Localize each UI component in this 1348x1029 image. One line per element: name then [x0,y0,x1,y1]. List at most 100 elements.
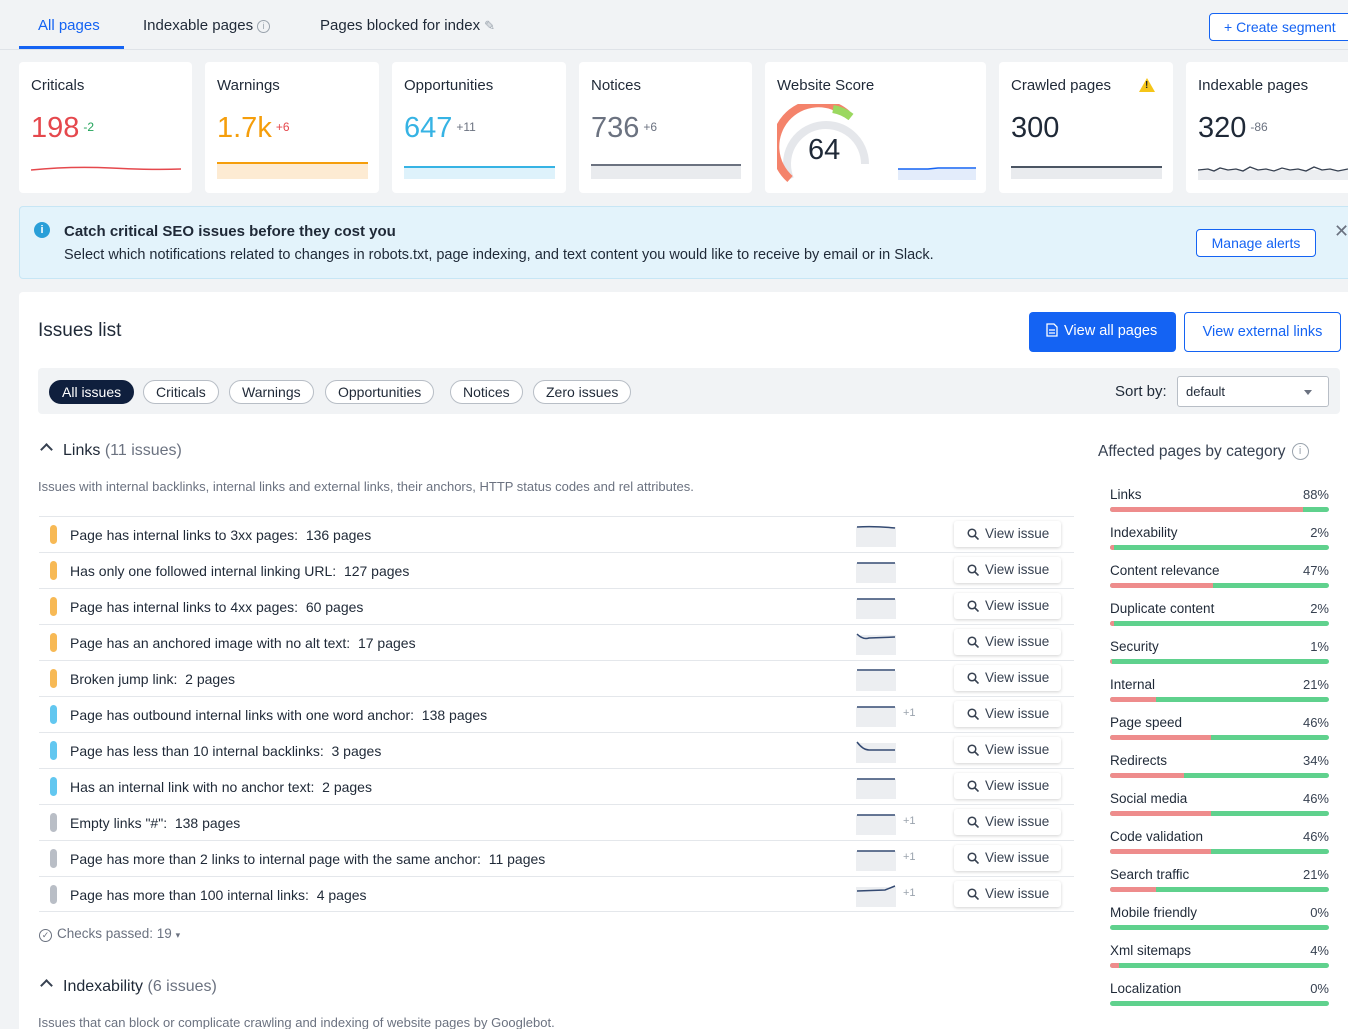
category-name: Localization [1110,981,1182,996]
card-criticals[interactable]: Criticals 198 -2 [19,62,192,193]
issue-sparkline [856,850,896,871]
filter-zero-issues[interactable]: Zero issues [533,380,632,404]
filter-criticals[interactable]: Criticals [143,380,219,404]
tab-blocked-label: Pages blocked for index [320,17,481,34]
category-item[interactable]: Links 88% [1110,487,1329,519]
category-bar [1110,773,1329,778]
view-issue-button[interactable]: View issue [954,881,1061,907]
value-delta: +6 [643,120,658,134]
severity-indicator [50,777,57,796]
view-issue-button[interactable]: View issue [954,845,1061,871]
view-issue-button[interactable]: View issue [954,737,1061,763]
document-icon [1046,323,1058,337]
category-item[interactable]: Content relevance 47% [1110,563,1329,595]
filter-warnings[interactable]: Warnings [229,380,314,404]
value-delta: +6 [275,120,290,134]
manage-alerts-button[interactable]: Manage alerts [1196,229,1316,257]
group-name: Links [63,442,101,459]
card-value: 1.7k +6 [217,112,290,145]
card-website-score[interactable]: Website Score 64 [765,62,986,193]
category-bar [1110,697,1329,702]
issue-sparkline [856,741,896,763]
issue-label: Broken jump link: [70,671,178,687]
card-notices[interactable]: Notices 736 +6 [579,62,752,193]
view-issue-button[interactable]: View issue [954,521,1061,547]
card-warnings[interactable]: Warnings 1.7k +6 [205,62,379,193]
category-item[interactable]: Indexability 2% [1110,525,1329,557]
tab-indexable-pages[interactable]: Indexable pages i [143,17,271,34]
filter-opportunities[interactable]: Opportunities [325,380,435,404]
checks-passed[interactable]: ✓ Checks passed: 19 ▾ [39,926,180,942]
category-item[interactable]: Localization 0% [1110,981,1329,1013]
category-item[interactable]: Security 1% [1110,639,1329,671]
category-item[interactable]: Xml sitemaps 4% [1110,943,1329,975]
view-issue-label: View issue [985,886,1050,901]
view-issue-button[interactable]: View issue [954,557,1061,583]
warning-icon[interactable]: ! [1139,78,1155,92]
close-icon[interactable]: ✕ [1334,221,1348,242]
check-circle-icon: ✓ [39,929,52,942]
view-issue-label: View issue [985,562,1050,577]
search-icon [967,852,980,865]
pencil-icon[interactable]: ✎ [484,18,495,34]
view-issue-label: View issue [985,526,1050,541]
card-opportunities[interactable]: Opportunities 647 +11 [392,62,566,193]
category-name: Search traffic [1110,867,1190,882]
category-item[interactable]: Social media 46% [1110,791,1329,823]
card-indexable-pages[interactable]: Indexable pages 320 -86 [1186,62,1348,193]
links-group-header[interactable]: Links (11 issues) [40,442,182,460]
table-row: Has only one followed internal linking U… [39,552,1074,588]
issue-text: Empty links "#": 138 pages [70,815,240,831]
tab-all-pages[interactable]: All pages [38,17,100,34]
severity-indicator [50,849,57,868]
category-item[interactable]: Code validation 46% [1110,829,1329,861]
filter-all-issues[interactable]: All issues [49,380,135,404]
tab-pages-blocked[interactable]: Pages blocked for index ✎ [320,17,495,34]
issue-pages: 138 pages [421,707,488,723]
view-all-pages-button[interactable]: View all pages [1029,312,1176,352]
card-crawled-pages[interactable]: Crawled pages ! 300 [999,62,1173,193]
category-item[interactable]: Redirects 34% [1110,753,1329,785]
filter-notices[interactable]: Notices [450,380,523,404]
category-item[interactable]: Search traffic 21% [1110,867,1329,899]
view-issue-button[interactable]: View issue [954,701,1061,727]
view-issue-button[interactable]: View issue [954,773,1061,799]
issue-pages: 60 pages [305,599,364,615]
create-segment-button[interactable]: + Create segment [1209,13,1348,41]
category-bar [1110,963,1329,968]
view-issue-label: View issue [985,850,1050,865]
category-name: Internal [1110,677,1156,692]
card-value: 647 +11 [404,112,476,145]
view-issue-button[interactable]: View issue [954,593,1061,619]
view-external-links-button[interactable]: View external links [1184,312,1341,352]
caret-down-icon: ▾ [175,930,181,940]
issue-plus-badge: +1 [903,887,916,899]
info-icon[interactable]: i [1291,443,1309,461]
value-number: 1.7k [217,112,272,144]
category-bar [1110,507,1329,512]
chevron-down-icon [1304,390,1312,395]
issue-sparkline [856,669,896,691]
category-item[interactable]: Duplicate content 2% [1110,601,1329,633]
view-issue-button[interactable]: View issue [954,629,1061,655]
page-title: Issues list [38,320,122,341]
view-issue-button[interactable]: View issue [954,665,1061,691]
indexability-group-header[interactable]: Indexability (6 issues) [40,978,217,996]
issue-label: Page has internal links to 4xx pages: [70,599,299,615]
crawled-sparkline [1011,166,1162,179]
issue-label: Has only one followed internal linking U… [70,563,337,579]
category-name: Social media [1110,791,1188,806]
category-bar [1110,545,1329,550]
view-issue-label: View issue [985,778,1050,793]
search-icon [967,816,980,829]
card-value: 320 -86 [1198,112,1268,145]
category-item[interactable]: Page speed 46% [1110,715,1329,747]
category-item[interactable]: Internal 21% [1110,677,1329,709]
category-bar-fill [1110,545,1115,550]
view-issue-button[interactable]: View issue [954,809,1061,835]
table-row: Page has more than 2 links to internal p… [39,840,1074,876]
value-delta: +11 [456,120,476,134]
sort-select[interactable]: default [1177,376,1329,407]
category-item[interactable]: Mobile friendly 0% [1110,905,1329,937]
chevron-up-icon [40,443,53,456]
